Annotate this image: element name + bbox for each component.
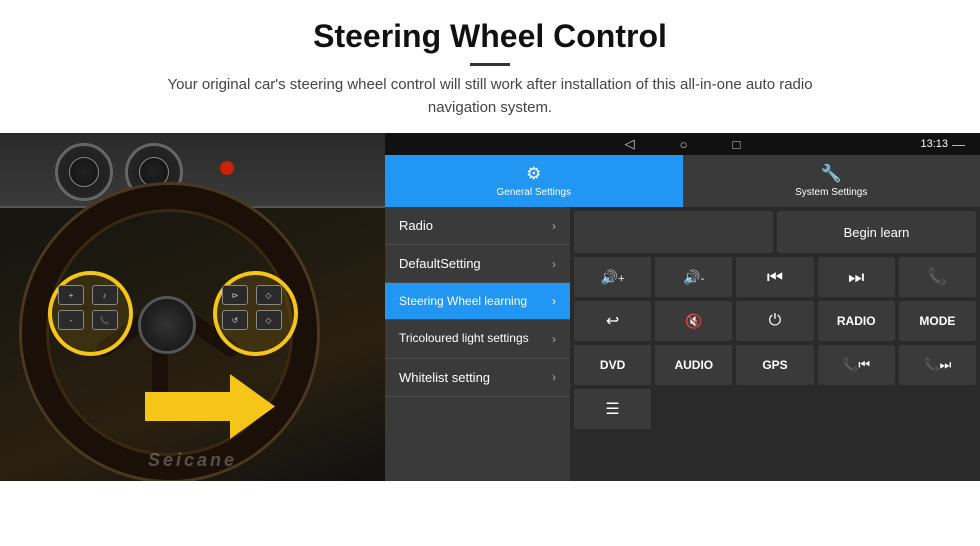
gps-button[interactable]: GPS xyxy=(736,345,813,385)
nav-back-icon[interactable]: ◁ xyxy=(625,136,635,152)
menu-item-default[interactable]: DefaultSetting › xyxy=(385,245,570,283)
mode-label: MODE xyxy=(919,314,955,328)
nav-menu-icon[interactable]: — xyxy=(952,137,965,152)
sw-center xyxy=(138,296,196,354)
blank-cell-1 xyxy=(574,211,773,253)
menu-default-chevron: › xyxy=(552,257,556,271)
audio-button[interactable]: AUDIO xyxy=(655,345,732,385)
content-area: + ♪ - 📞 ⊳ ◇ ↺ ◇ Seicane ◁ ○ □ — xyxy=(0,133,980,481)
tab-general-label: General Settings xyxy=(497,187,572,198)
back-icon: ↩ xyxy=(606,311,619,331)
vol-up-icon: 🔊+ xyxy=(601,269,625,286)
nav-recent-icon[interactable]: □ xyxy=(733,137,741,152)
vol-up-button[interactable]: 🔊+ xyxy=(574,257,651,297)
tab-bar: ⚙ General Settings 🔧 System Settings xyxy=(385,155,980,207)
next-icon: ⏭ xyxy=(848,267,864,288)
menu-whitelist-label: Whitelist setting xyxy=(399,370,490,385)
page-title: Steering Wheel Control xyxy=(20,18,960,55)
menu-steering-chevron: › xyxy=(552,294,556,308)
menu-radio-chevron: › xyxy=(552,219,556,233)
android-panel: ◁ ○ □ — 13:13 ⚙ General Settings 🔧 Syste… xyxy=(385,133,980,481)
vol-down-button[interactable]: 🔊- xyxy=(655,257,732,297)
menu-radio-label: Radio xyxy=(399,218,433,233)
watermark-text: Seicane xyxy=(148,450,237,471)
ctrl-btn-r3: ↺ xyxy=(222,310,248,330)
ctrl-btn-r1: ⊳ xyxy=(222,285,248,305)
ctrl-row-4: ☰ xyxy=(574,389,976,429)
menu-item-steering[interactable]: Steering Wheel learning › xyxy=(385,283,570,320)
radio-button[interactable]: RADIO xyxy=(818,301,895,341)
menu-whitelist-chevron: › xyxy=(552,370,556,384)
back-button[interactable]: ↩ xyxy=(574,301,651,341)
empty-3 xyxy=(818,389,895,429)
audio-label: AUDIO xyxy=(674,358,713,372)
arrow-icon xyxy=(145,374,275,439)
panel-main: Radio › DefaultSetting › Steering Wheel … xyxy=(385,207,980,481)
menu-steering-label: Steering Wheel learning xyxy=(399,294,527,308)
indicator-icon xyxy=(220,161,234,175)
gps-label: GPS xyxy=(762,358,787,372)
ctrl-row-2: ↩ 🔇 ⏻ RADIO MODE xyxy=(574,301,976,341)
tab-general-icon: ⚙ xyxy=(526,164,541,184)
ctrl-btn-r4: ◇ xyxy=(256,310,282,330)
ctrl-row-3: DVD AUDIO GPS 📞⏮ 📞⏭ xyxy=(574,345,976,385)
page-subtitle: Your original car's steering wheel contr… xyxy=(150,74,830,119)
menu-item-whitelist[interactable]: Whitelist setting › xyxy=(385,359,570,397)
page-header: Steering Wheel Control Your original car… xyxy=(0,0,980,129)
empty-2 xyxy=(736,389,813,429)
tab-system-settings[interactable]: 🔧 System Settings xyxy=(683,155,980,207)
tab-system-icon: 🔧 xyxy=(821,164,842,184)
right-control-panel: Begin learn 🔊+ 🔊- ⏮ ⏭ xyxy=(570,207,980,481)
power-button[interactable]: ⏻ xyxy=(736,301,813,341)
prev-button[interactable]: ⏮ xyxy=(736,257,813,297)
menu-tricoloured-label: Tricoloured light settings xyxy=(399,331,529,347)
nav-bar: ◁ ○ □ — 13:13 xyxy=(385,133,980,155)
car-photo: + ♪ - 📞 ⊳ ◇ ↺ ◇ Seicane xyxy=(0,133,385,481)
menu-default-label: DefaultSetting xyxy=(399,256,481,271)
mute-button[interactable]: 🔇 xyxy=(655,301,732,341)
empty-4 xyxy=(899,389,976,429)
tab-general-settings[interactable]: ⚙ General Settings xyxy=(385,155,683,207)
radio-label: RADIO xyxy=(837,314,876,328)
ctrl-row-1: 🔊+ 🔊- ⏮ ⏭ 📞 xyxy=(574,257,976,297)
menu-button[interactable]: ☰ xyxy=(574,389,651,429)
power-icon: ⏻ xyxy=(769,312,782,330)
nav-home-icon[interactable]: ○ xyxy=(680,137,688,152)
left-menu: Radio › DefaultSetting › Steering Wheel … xyxy=(385,207,570,481)
phone-icon: 📞 xyxy=(927,267,947,287)
ctrl-btn-minus: - xyxy=(58,310,84,330)
begin-learn-button[interactable]: Begin learn xyxy=(777,211,976,253)
prev-icon: ⏮ xyxy=(767,267,783,288)
tab-system-label: System Settings xyxy=(795,187,867,198)
gauge-left-icon xyxy=(55,143,113,201)
phone-button[interactable]: 📞 xyxy=(899,257,976,297)
mute-icon: 🔇 xyxy=(685,313,702,330)
ctrl-left-group: + ♪ - 📞 xyxy=(58,285,120,330)
ctrl-right-group: ⊳ ◇ ↺ ◇ xyxy=(222,285,284,330)
dvd-label: DVD xyxy=(600,358,625,372)
menu-item-tricoloured[interactable]: Tricoloured light settings › xyxy=(385,320,570,359)
tel-next-button[interactable]: 📞⏭ xyxy=(899,345,976,385)
menu-item-radio[interactable]: Radio › xyxy=(385,207,570,245)
vol-down-icon: 🔊- xyxy=(683,269,704,286)
ctrl-btn-phone: 📞 xyxy=(92,310,118,330)
tel-prev-button[interactable]: 📞⏮ xyxy=(818,345,895,385)
mode-button[interactable]: MODE xyxy=(899,301,976,341)
menu-tricoloured-chevron: › xyxy=(552,332,556,346)
empty-1 xyxy=(655,389,732,429)
status-time: 13:13 xyxy=(920,138,948,150)
menu-icon: ☰ xyxy=(605,399,619,419)
ctrl-btn-plus: + xyxy=(58,285,84,305)
tel-next-icon: 📞⏭ xyxy=(923,357,951,373)
title-divider xyxy=(470,63,510,66)
tel-prev-icon: 📞⏮ xyxy=(842,357,870,373)
ctrl-btn-music: ♪ xyxy=(92,285,118,305)
dvd-button[interactable]: DVD xyxy=(574,345,651,385)
next-button[interactable]: ⏭ xyxy=(818,257,895,297)
begin-learn-row: Begin learn xyxy=(574,211,976,253)
ctrl-btn-r2: ◇ xyxy=(256,285,282,305)
